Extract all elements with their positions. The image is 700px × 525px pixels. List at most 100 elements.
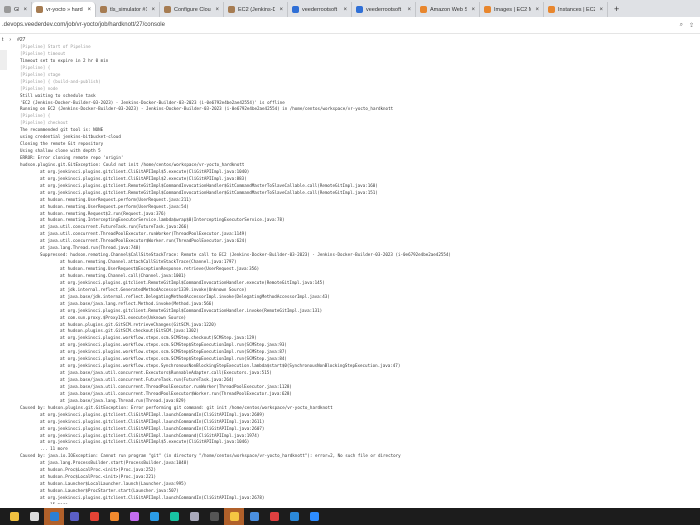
taskbar-app[interactable] bbox=[4, 508, 24, 525]
taskbar-app[interactable] bbox=[264, 508, 284, 525]
close-tab-icon[interactable]: × bbox=[471, 7, 475, 13]
console-line: ... 11 more bbox=[40, 446, 68, 452]
tab-favicon-icon bbox=[356, 6, 363, 13]
console-output: [Pipeline] Start of Pipeline [Pipeline] t… bbox=[0, 44, 700, 504]
browser-tab[interactable]: EC2 (Jenkins-Do × bbox=[224, 2, 288, 17]
console-line: 'EC2 (Jenkins-Docker-Builder-03-2023) - … bbox=[20, 99, 285, 105]
console-line: Using shallow clone with depth 5 bbox=[20, 148, 101, 154]
share-icon[interactable]: ⇪ bbox=[689, 22, 694, 29]
close-tab-icon[interactable]: × bbox=[215, 7, 219, 13]
taskbar-app[interactable] bbox=[204, 508, 224, 525]
taskbar-app[interactable] bbox=[284, 508, 304, 525]
tab-label: Global bbox=[14, 6, 19, 13]
taskbar-app[interactable] bbox=[184, 508, 204, 525]
browser-tab[interactable]: Global × bbox=[0, 2, 32, 17]
console-line: at org.jenkinsci.plugins.gitclient.Remot… bbox=[60, 279, 325, 285]
browser-tab[interactable]: Configure Clou × bbox=[160, 2, 224, 17]
close-tab-icon[interactable]: × bbox=[535, 7, 539, 13]
folder-icon bbox=[229, 512, 239, 521]
browser-tab[interactable]: Amazon Web S × bbox=[416, 2, 480, 17]
browser-tab[interactable]: Images | EC2 M × bbox=[480, 2, 544, 17]
browser-tab[interactable]: veederrootsoft × bbox=[288, 2, 352, 17]
close-tab-icon[interactable]: × bbox=[23, 7, 27, 13]
taskbar-app[interactable] bbox=[304, 508, 324, 525]
console-line: at com.sun.proxy.$Proxy151.execute(Unkno… bbox=[60, 314, 187, 320]
console-line: at java.util.concurrent.ThreadPoolExecut… bbox=[40, 238, 247, 244]
console-line: at org.jenkinsci.plugins.workflow.steps.… bbox=[60, 335, 257, 341]
close-tab-icon[interactable]: × bbox=[279, 7, 283, 13]
close-tab-icon[interactable]: × bbox=[407, 7, 411, 13]
taskbar-app[interactable] bbox=[104, 508, 124, 525]
tab-favicon-icon bbox=[484, 6, 491, 13]
tab-label: tls_simulator #1 bbox=[110, 6, 148, 13]
browser-tab[interactable]: vr-yocto » hardk × bbox=[32, 2, 96, 17]
console-line: at java.base/java.util.concurrent.Thread… bbox=[60, 383, 292, 389]
console-line: ... 15 more bbox=[0, 502, 700, 504]
taskbar-app[interactable] bbox=[224, 508, 244, 525]
console-line: at org.jenkinsci.plugins.workflow.steps.… bbox=[60, 342, 287, 348]
taskbar-app[interactable] bbox=[44, 508, 64, 525]
taskbar bbox=[0, 508, 700, 525]
taskbar-app[interactable] bbox=[64, 508, 84, 525]
taskbar-app[interactable] bbox=[164, 508, 184, 525]
browser-tab[interactable]: tls_simulator #1 × bbox=[96, 2, 160, 17]
console-line: at java.util.concurrent.FutureTask.run(F… bbox=[40, 224, 189, 230]
console-line: ERROR: Error cloning remote repo 'origin… bbox=[20, 155, 124, 160]
taskbar-app[interactable] bbox=[24, 508, 44, 525]
zoom-icon bbox=[309, 512, 319, 521]
console-line: at java.lang.Thread.run(Thread.java:748) bbox=[40, 245, 141, 251]
taskbar-app[interactable] bbox=[144, 508, 164, 525]
zoom-icon[interactable]: ⌕ bbox=[680, 22, 683, 29]
webex-icon bbox=[169, 512, 179, 521]
console-line: [Pipeline] { bbox=[20, 64, 51, 70]
close-tab-icon[interactable]: × bbox=[151, 7, 155, 13]
console-line: [Pipeline] timeout bbox=[20, 50, 66, 56]
browser-tab[interactable]: veederrootsoft × bbox=[352, 2, 416, 17]
console-line: Caused by: hudson.plugins.git.GitExcepti… bbox=[20, 404, 333, 410]
tab-label: Images | EC2 M bbox=[494, 6, 532, 13]
taskbar-app[interactable] bbox=[84, 508, 104, 525]
console-line: Suppressed: hudson.remoting.Channel$Call… bbox=[40, 252, 451, 258]
terminal-icon bbox=[289, 512, 299, 521]
taskbar-app[interactable] bbox=[124, 508, 144, 525]
console-line: Caused by: java.io.IOException: Cannot r… bbox=[20, 453, 401, 459]
console-line: at hudson.remoting.Request$2.run(Request… bbox=[40, 210, 167, 216]
console-line: The recommended git tool is: NONE bbox=[20, 127, 104, 133]
console-line: using credential jenkins-bitbucket-cloud bbox=[20, 134, 121, 140]
console-line: [Pipeline] checkout bbox=[20, 120, 68, 126]
network-icon bbox=[249, 512, 259, 521]
taskbar-app[interactable] bbox=[244, 508, 264, 525]
breadcrumb-job[interactable]: t bbox=[2, 37, 3, 43]
file-explorer-icon bbox=[9, 512, 19, 521]
console-line: at org.jenkinsci.plugins.workflow.steps.… bbox=[60, 349, 287, 355]
tab-favicon-icon bbox=[100, 6, 107, 13]
console-line: at java.base/jdk.internal.reflect.Delega… bbox=[60, 293, 330, 299]
app-icon bbox=[129, 512, 139, 521]
console-line: [Pipeline] Start of Pipeline bbox=[20, 44, 91, 49]
tab-label: veederrootsoft bbox=[302, 6, 338, 13]
new-tab-button[interactable]: + bbox=[614, 4, 619, 14]
tab-favicon-icon bbox=[4, 6, 11, 13]
close-tab-icon[interactable]: × bbox=[343, 7, 347, 13]
brave-icon bbox=[109, 512, 119, 521]
breadcrumb-build[interactable]: #27 bbox=[17, 37, 25, 43]
tab-label: Instances | EC2 bbox=[558, 6, 596, 13]
browser-tab[interactable]: Instances | EC2 × bbox=[544, 2, 608, 17]
console-line: Still waiting to schedule task bbox=[20, 92, 96, 98]
console-line: at org.jenkinsci.plugins.gitclient.CliGi… bbox=[40, 168, 250, 174]
console-line: at java.base/java.lang.reflect.Method.in… bbox=[60, 300, 214, 306]
close-tab-icon[interactable]: × bbox=[87, 7, 91, 13]
snipping-icon bbox=[209, 512, 219, 521]
outlook-icon bbox=[49, 512, 59, 521]
console-line: at hudson.remoting.UserRequest.perform(U… bbox=[40, 196, 192, 202]
console-line: at org.jenkinsci.plugins.gitclient.CliGi… bbox=[40, 432, 260, 438]
console-line: at hudson.Proc$LocalProc.<init>(Proc.jav… bbox=[40, 467, 156, 473]
onedrive-icon bbox=[149, 512, 159, 521]
console-line: at hudson.Proc$LocalProc.<init>(Proc.jav… bbox=[40, 474, 156, 480]
console-line: at java.base/java.util.concurrent.Execut… bbox=[60, 370, 272, 376]
console-line: at hudson.remoting.UserRequest$Exception… bbox=[60, 266, 260, 271]
console-line: at org.jenkinsci.plugins.gitclient.CliGi… bbox=[40, 439, 250, 445]
close-tab-icon[interactable]: × bbox=[599, 7, 603, 13]
url-input[interactable]: .devops.veederdev.com/job/vr-yocto/job/h… bbox=[2, 22, 680, 28]
console-line: Running on EC2 (Jenkins-Docker-Builder-0… bbox=[20, 106, 394, 112]
